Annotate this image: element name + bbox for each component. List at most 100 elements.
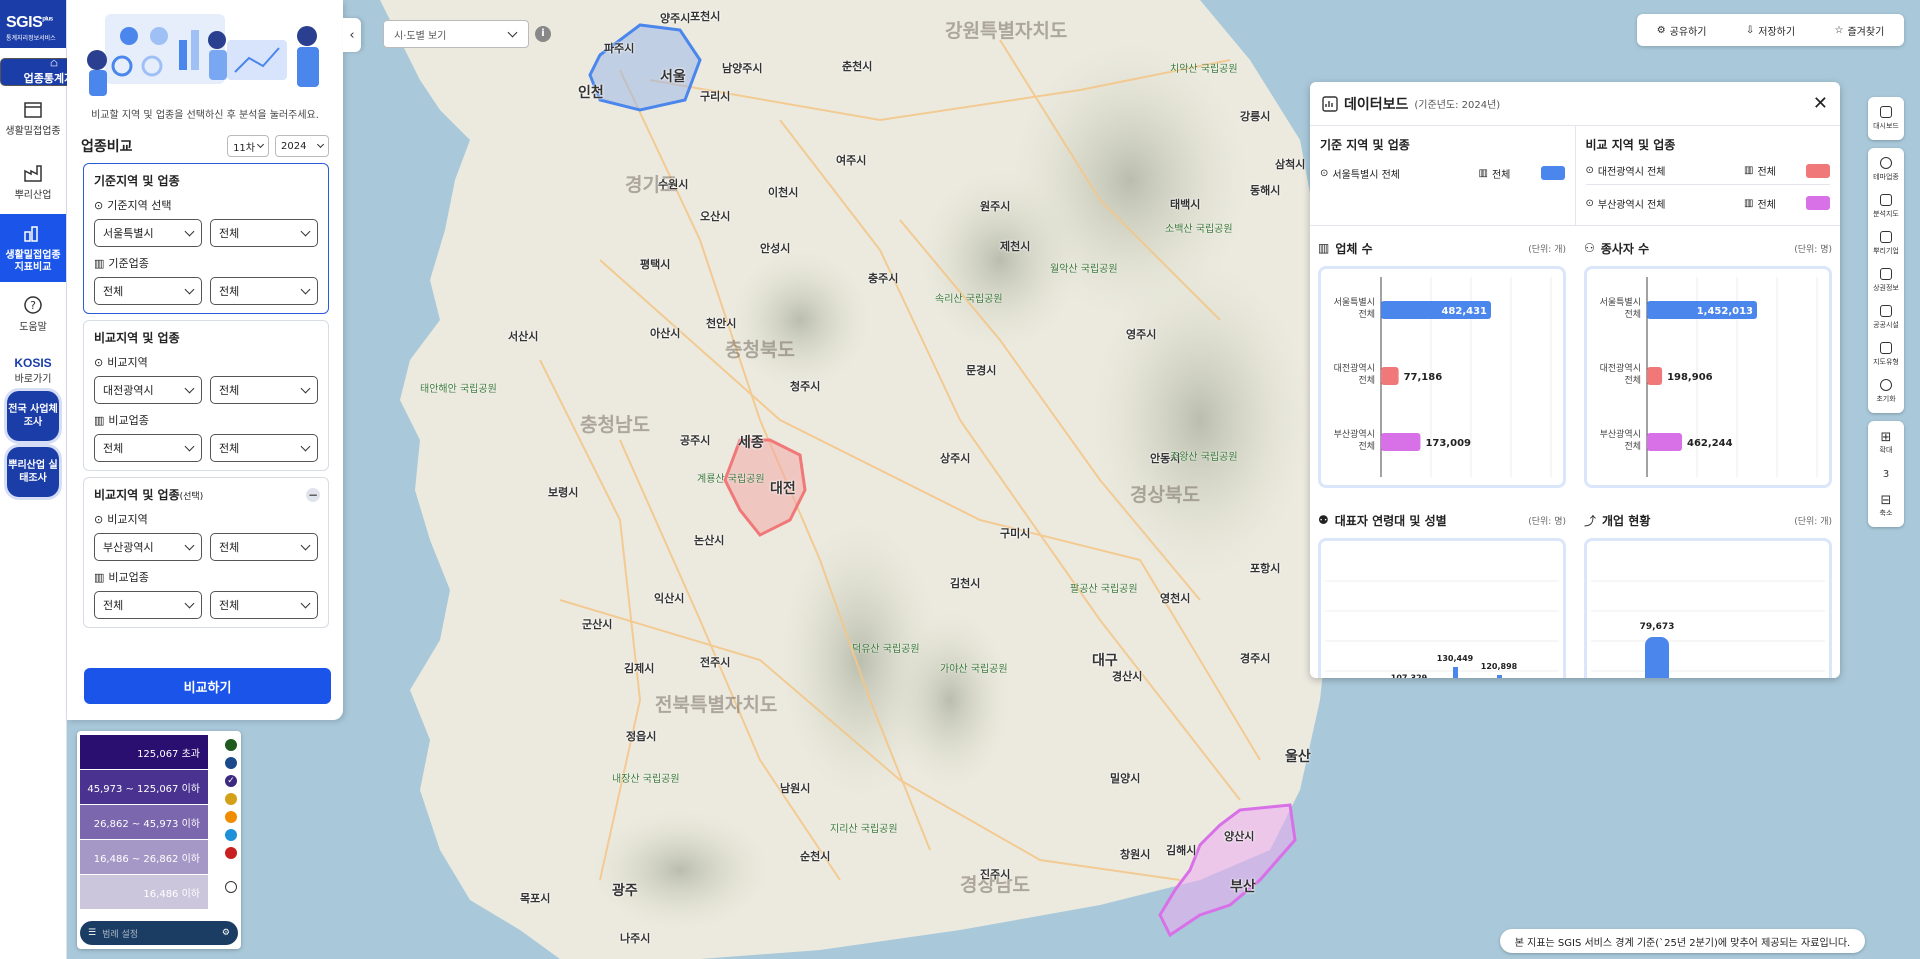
park-label: 태안해안 국립공원 [420,384,497,395]
nav-item-root-industry[interactable]: 뿌리산업 [0,150,66,214]
compare2-industry-select-2[interactable]: 전체 [210,591,318,619]
store-icon [24,102,42,118]
bookmark-button[interactable]: ☆ 즐겨찾기 [1835,23,1885,38]
svg-text:?: ? [30,299,36,312]
nav-item-living-industry[interactable]: 생활밀접업종 [0,86,66,150]
compare2-sgg-select[interactable]: 전체 [210,533,318,561]
nav-label: 뿌리산업 [14,190,52,201]
map-type-tool[interactable]: 지도유형 [1868,336,1904,373]
base-sido-select[interactable]: 서울특별시 [94,219,202,247]
card-title: 개업 현황 [1602,513,1651,528]
select-value: 전체 [103,442,124,455]
reset-tool[interactable]: 초기화 [1868,373,1904,410]
base-industry-select-2[interactable]: 전체 [210,277,318,305]
city-label: 양산시 [1224,830,1255,843]
gear-icon[interactable]: ⚙ [222,928,230,938]
tool-label: 테마업종 [1873,173,1899,181]
legend-settings-bar[interactable]: ☰ 범례 설정 ⚙ [80,921,238,945]
person-icon: ⚇ [1584,241,1595,255]
root-company-tool[interactable]: 뿌리기업 [1868,225,1904,262]
close-icon[interactable]: ✕ [1813,93,1828,114]
panel-illustration [67,0,343,108]
city-label: 나주시 [620,932,651,945]
reset-color-icon[interactable] [225,881,237,893]
nav-item-indicator-compare[interactable]: 생활밀접업종 지표비교 [0,214,66,282]
select-value: 전체 [219,599,240,612]
tool-label: 상권정보 [1873,284,1899,292]
info-icon[interactable]: i [535,26,551,42]
compare2-industry-select-1[interactable]: 전체 [94,591,202,619]
color-option[interactable] [225,739,237,751]
compare-region-box-1: 비교지역 및 업종 ⊙ 비교지역 대전광역시 전체 ▥ 비교업종 전체 전체 [83,320,329,471]
dashboard-tool[interactable]: 대시보드 [1868,100,1904,137]
year-select[interactable]: 2024 [275,135,329,157]
legend-range-2: 45,973 ~ 125,067 이하 [80,770,208,804]
legend-bar-label: 범례 설정 [102,929,139,940]
city-label: 군산시 [582,618,613,631]
compare2-sido-select[interactable]: 부산광역시 [94,533,202,561]
select-value: 전체 [219,442,240,455]
kosis-shortcut[interactable]: KOSIS 바로가기 [0,356,66,385]
analysis-map-tool[interactable]: 분석지도 [1868,188,1904,225]
base-industry-select-1[interactable]: 전체 [94,277,202,305]
color-option[interactable] [225,811,237,823]
dashboard-icon [1880,106,1892,118]
park-label: 계룡산 국립공원 [697,474,765,485]
city-label: 밀양시 [1110,772,1141,785]
share-button[interactable]: ⚙ 공유하기 [1657,23,1707,38]
compare1-industry-select-2[interactable]: 전체 [210,434,318,462]
nav-item-help[interactable]: ? 도움말 [0,282,66,346]
zoom-out-button[interactable]: ⊟ 축소 [1868,487,1904,524]
public-facility-tool[interactable]: 공공시설 [1868,299,1904,336]
round-select[interactable]: 11차 [227,135,269,157]
base-sgg-select[interactable]: 전체 [210,219,318,247]
legend-range-5: 16,486 이하 [80,875,208,909]
park-label: 팔공산 국립공원 [1070,584,1138,595]
region-view-select[interactable]: 시·도별 보기 [383,20,529,48]
color-option[interactable] [225,757,237,769]
city-label: 구미시 [1000,527,1031,540]
chevron-left-icon: ‹ [349,27,355,43]
park-label: 소백산 국립공원 [1165,224,1233,235]
data-label: 198,906 [1667,372,1713,383]
zoom-in-button[interactable]: ⊞ 확대 [1868,424,1904,461]
sgis-logo[interactable]: SGISplus 통계지리정보서비스 [0,0,66,48]
compare-region-box-2: 비교지역 및 업종(선택) − ⊙ 비교지역 부산광역시 전체 ▥ 비교업종 전체 전… [83,477,329,628]
city-label: 삼척시 [1275,158,1306,171]
bar [1381,367,1399,385]
compare1-sido-select[interactable]: 대전광역시 [94,376,202,404]
compare1-sgg-select[interactable]: 전체 [210,376,318,404]
commercial-tool[interactable]: 상권정보 [1868,262,1904,299]
city-label: 태백시 [1170,198,1201,211]
color-option[interactable] [225,847,237,859]
panel-collapse-button[interactable]: ‹ [343,18,361,52]
city-label: 서울 [660,69,686,85]
left-navigation: SGISplus 통계지리정보서비스 업종통계지도 생활밀접업종 뿌리산업 생활… [0,0,108,959]
chevron-down-icon [316,140,325,148]
box-title: 기준지역 및 업종 [94,174,180,188]
card-title: 업체 수 [1335,241,1373,256]
building-icon [1880,305,1892,317]
color-option-selected[interactable]: ✓ [225,775,237,787]
city-label: 부산 [1230,879,1256,895]
city-label: 수원시 [658,178,689,191]
city-label: 파주시 [604,42,635,55]
theme-tool[interactable]: 테마업종 [1868,151,1904,188]
select-value: 전체 [219,285,240,298]
color-option[interactable] [225,793,237,805]
chevron-down-icon [300,540,311,550]
category-label: 전체 [1624,309,1641,320]
root-industry-survey-button[interactable]: 뿌리산업 실태조사 [7,447,59,497]
location-pin-icon: ⊙ [94,198,104,212]
zoom-level: 3 [1882,468,1890,480]
compare1-industry-select-1[interactable]: 전체 [94,434,202,462]
color-option[interactable] [225,829,237,841]
city-label: 공주시 [680,434,711,447]
star-icon: ☆ [1834,24,1844,36]
compare-button[interactable]: 비교하기 [84,668,331,704]
save-button[interactable]: ⇩ 저장하기 [1746,23,1795,38]
industry-name: 전체 [1757,199,1776,211]
logo-subtitle: 통계지리정보서비스 [6,35,56,42]
business-survey-button[interactable]: 전국 사업체조사 [7,391,59,441]
remove-icon[interactable]: − [306,487,320,502]
